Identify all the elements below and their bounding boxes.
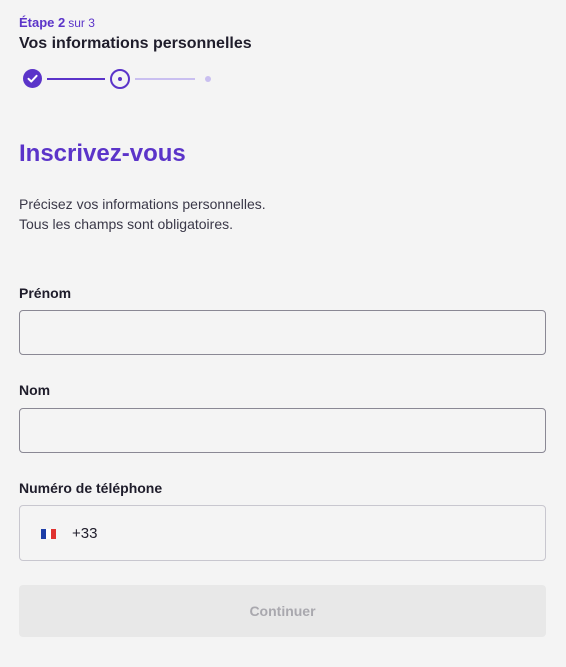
step-1-done <box>23 69 42 88</box>
intro-line-2: Tous les champs sont obligatoires. <box>19 216 233 232</box>
france-flag-icon[interactable] <box>41 529 56 539</box>
step-connector-pending <box>135 78 195 80</box>
step-3-pending <box>205 76 211 82</box>
last-name-input[interactable] <box>19 408 546 453</box>
first-name-label: Prénom <box>19 285 72 301</box>
page-heading: Inscrivez-vous <box>19 140 186 167</box>
dot-icon <box>118 77 122 81</box>
intro-line-1: Précisez vos informations personnelles. <box>19 196 266 212</box>
step-current-label: Étape 2 <box>19 15 66 30</box>
intro-text: Précisez vos informations personnelles. … <box>19 194 266 234</box>
step-connector-completed <box>47 78 105 80</box>
last-name-label: Nom <box>19 382 51 398</box>
step-2-current <box>110 69 130 89</box>
phone-label: Numéro de téléphone <box>19 480 163 496</box>
signup-page: Étape 2 sur 3 Vos informations personnell… <box>0 0 566 667</box>
dial-code: +33 <box>72 525 98 542</box>
step-title: Vos informations personnelles <box>19 35 252 52</box>
check-icon <box>27 74 38 83</box>
phone-field[interactable]: +33 <box>19 505 546 561</box>
step-total-label: sur 3 <box>68 16 95 30</box>
phone-input[interactable] <box>110 514 530 552</box>
first-name-input[interactable] <box>19 310 546 355</box>
progress-stepper <box>23 68 223 90</box>
continue-button[interactable]: Continuer <box>19 585 546 637</box>
step-indicator: Étape 2 sur 3 <box>19 15 95 31</box>
